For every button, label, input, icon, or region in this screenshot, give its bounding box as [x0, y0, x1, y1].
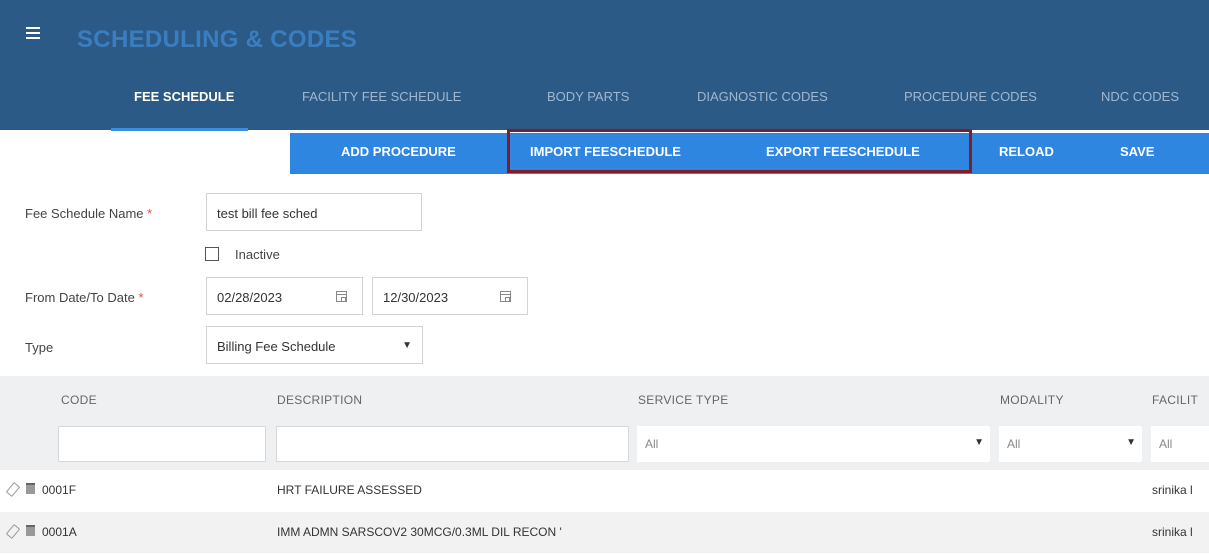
table-row[interactable]: 0001F HRT FAILURE ASSESSED srinika l	[0, 470, 1209, 511]
chevron-down-icon: ▼	[402, 340, 412, 351]
app-header: SCHEDULING & CODES	[0, 0, 1209, 68]
tab-fee-schedule[interactable]: FEE SCHEDULE	[134, 89, 234, 104]
code-filter-input[interactable]	[58, 426, 266, 462]
chevron-down-icon: ▼	[1126, 437, 1136, 448]
tab-bar: FEE SCHEDULE FACILITY FEE SCHEDULE BODY …	[0, 68, 1209, 131]
save-button[interactable]: SAVE	[1120, 144, 1154, 159]
reload-button[interactable]: RELOAD	[999, 144, 1054, 159]
column-header-code[interactable]: CODE	[61, 393, 97, 407]
facility-cell: srinika l	[1152, 483, 1193, 497]
grid-header: CODE DESCRIPTION SERVICE TYPE MODALITY F…	[0, 376, 1209, 470]
app-title: SCHEDULING & CODES	[77, 26, 358, 53]
facility-cell: srinika l	[1152, 525, 1193, 539]
inactive-checkbox[interactable]	[205, 247, 219, 261]
facility-filter-select[interactable]: All	[1151, 426, 1209, 462]
chevron-down-icon: ▼	[974, 437, 984, 448]
code-cell: 0001A	[42, 525, 77, 539]
delete-trash-icon[interactable]	[26, 483, 35, 494]
column-header-description[interactable]: DESCRIPTION	[277, 393, 362, 407]
fee-schedule-name-label: Fee Schedule Name *	[25, 206, 153, 221]
tab-ndc-codes[interactable]: NDC CODES	[1101, 89, 1179, 104]
tab-body-parts[interactable]: BODY PARTS	[547, 89, 629, 104]
tab-facility-fee-schedule[interactable]: FACILITY FEE SCHEDULE	[302, 89, 461, 104]
add-procedure-button[interactable]: ADD PROCEDURE	[341, 144, 456, 159]
date-range-label: From Date/To Date *	[25, 290, 144, 305]
from-date-calendar-icon[interactable]	[336, 291, 347, 302]
delete-trash-icon[interactable]	[26, 525, 35, 536]
table-row[interactable]: 0001A IMM ADMN SARSCOV2 30MCG/0.3ML DIL …	[0, 512, 1209, 553]
column-header-facility[interactable]: FACILIT	[1152, 393, 1198, 407]
description-filter-input[interactable]	[276, 426, 629, 462]
tab-diagnostic-codes[interactable]: DIAGNOSTIC CODES	[697, 89, 828, 104]
description-cell: IMM ADMN SARSCOV2 30MCG/0.3ML DIL RECON …	[277, 525, 562, 539]
to-date-input[interactable]: 12/30/2023	[372, 277, 528, 315]
highlight-annotation-box	[507, 129, 972, 173]
active-tab-indicator	[111, 128, 248, 131]
to-date-calendar-icon[interactable]	[500, 291, 511, 302]
column-header-modality[interactable]: MODALITY	[1000, 393, 1064, 407]
edit-pencil-icon[interactable]	[5, 481, 21, 498]
from-date-input[interactable]: 02/28/2023	[206, 277, 363, 315]
modality-filter-select[interactable]: All ▼	[999, 426, 1142, 462]
edit-pencil-icon[interactable]	[5, 523, 21, 540]
hamburger-menu-icon[interactable]	[26, 27, 40, 39]
code-cell: 0001F	[42, 483, 77, 497]
tab-procedure-codes[interactable]: PROCEDURE CODES	[904, 89, 1037, 104]
inactive-label: Inactive	[235, 247, 280, 262]
description-cell: HRT FAILURE ASSESSED	[277, 483, 422, 497]
fee-schedule-name-input[interactable]: test bill fee sched	[206, 193, 422, 231]
service-type-filter-select[interactable]: All ▼	[637, 426, 990, 462]
column-header-service-type[interactable]: SERVICE TYPE	[638, 393, 729, 407]
type-select[interactable]: Billing Fee Schedule ▼	[206, 326, 423, 364]
type-label: Type	[25, 340, 54, 355]
